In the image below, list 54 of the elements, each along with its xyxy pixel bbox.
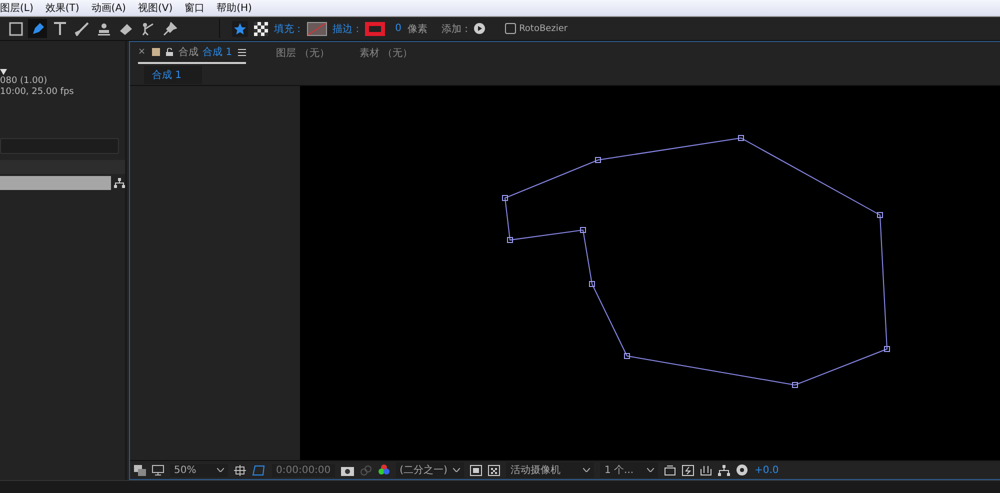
timecode-field[interactable]: 0:00:00:00 bbox=[272, 464, 335, 476]
zoom-dropdown[interactable]: 50% bbox=[170, 464, 228, 476]
exposure-value[interactable]: +0.0 bbox=[754, 464, 779, 476]
caret-icon bbox=[217, 468, 224, 472]
rotobezier-checkbox[interactable]: RotoBezier bbox=[505, 23, 568, 34]
square-icon bbox=[152, 48, 160, 56]
checker-icon[interactable] bbox=[254, 22, 268, 36]
resolution-dropdown[interactable]: (二分之一) bbox=[396, 462, 464, 478]
link-icon bbox=[360, 464, 372, 476]
menu-icon[interactable] bbox=[238, 48, 246, 56]
caret-icon bbox=[583, 468, 590, 472]
composition-tab[interactable]: × 合成 合成 1 bbox=[138, 42, 246, 64]
star-icon[interactable] bbox=[232, 20, 248, 36]
breadcrumb-tab[interactable]: 合成 1 bbox=[144, 66, 202, 84]
stroke-swatch[interactable] bbox=[365, 22, 386, 36]
caret-icon bbox=[647, 468, 654, 472]
menu-item[interactable]: 图层(L) bbox=[0, 1, 34, 15]
aperture-icon[interactable] bbox=[736, 464, 748, 476]
menu-item[interactable]: 动画(A) bbox=[91, 1, 126, 15]
frame-icon[interactable] bbox=[664, 464, 676, 476]
triangle-icon[interactable] bbox=[0, 69, 7, 75]
fill-label: 填充 : bbox=[274, 22, 301, 36]
viewer-tab[interactable]: 图层 （无） bbox=[276, 46, 330, 60]
region-icon[interactable] bbox=[470, 464, 482, 476]
composition-info: 10:00, 25.00 fps bbox=[0, 87, 75, 98]
hierarchy-icon[interactable] bbox=[114, 178, 125, 188]
stroke-label: 描边 : bbox=[332, 22, 360, 36]
caret-icon bbox=[453, 468, 460, 472]
layers-icon[interactable] bbox=[134, 464, 146, 476]
lock-icon[interactable] bbox=[166, 48, 173, 56]
camera-dropdown[interactable]: 活动摄像机 bbox=[506, 462, 594, 478]
play-icon[interactable] bbox=[474, 23, 486, 34]
camera-icon[interactable] bbox=[340, 464, 354, 476]
menu-item[interactable]: 效果(T) bbox=[45, 1, 80, 15]
monitor-icon[interactable] bbox=[152, 464, 164, 476]
fast-preview-icon[interactable] bbox=[682, 464, 694, 476]
add-label: 添加 : bbox=[442, 22, 468, 36]
menu-item[interactable]: 窗口 bbox=[184, 1, 205, 15]
close-button[interactable]: × bbox=[138, 47, 146, 57]
mask-toggle-icon[interactable] bbox=[252, 464, 266, 476]
viewer-tab[interactable]: 素材 （无） bbox=[359, 46, 412, 60]
menu-item[interactable]: 帮助(H) bbox=[216, 1, 252, 15]
grid-icon[interactable] bbox=[234, 464, 246, 476]
timeline-icon[interactable] bbox=[700, 464, 712, 476]
color-channels-icon[interactable] bbox=[378, 464, 390, 476]
composition-info: 080 (1.00) bbox=[0, 76, 48, 87]
fill-swatch[interactable] bbox=[306, 22, 327, 36]
pen-tool-icon[interactable] bbox=[28, 19, 47, 38]
stroke-width-value[interactable]: 0 bbox=[395, 23, 402, 34]
transparency-grid-icon[interactable] bbox=[488, 464, 500, 476]
views-dropdown[interactable]: 1 个... bbox=[600, 462, 658, 478]
hierarchy-icon[interactable] bbox=[718, 464, 730, 476]
unit-label: 像素 bbox=[408, 22, 428, 36]
menu-item[interactable]: 视图(V) bbox=[138, 1, 173, 15]
